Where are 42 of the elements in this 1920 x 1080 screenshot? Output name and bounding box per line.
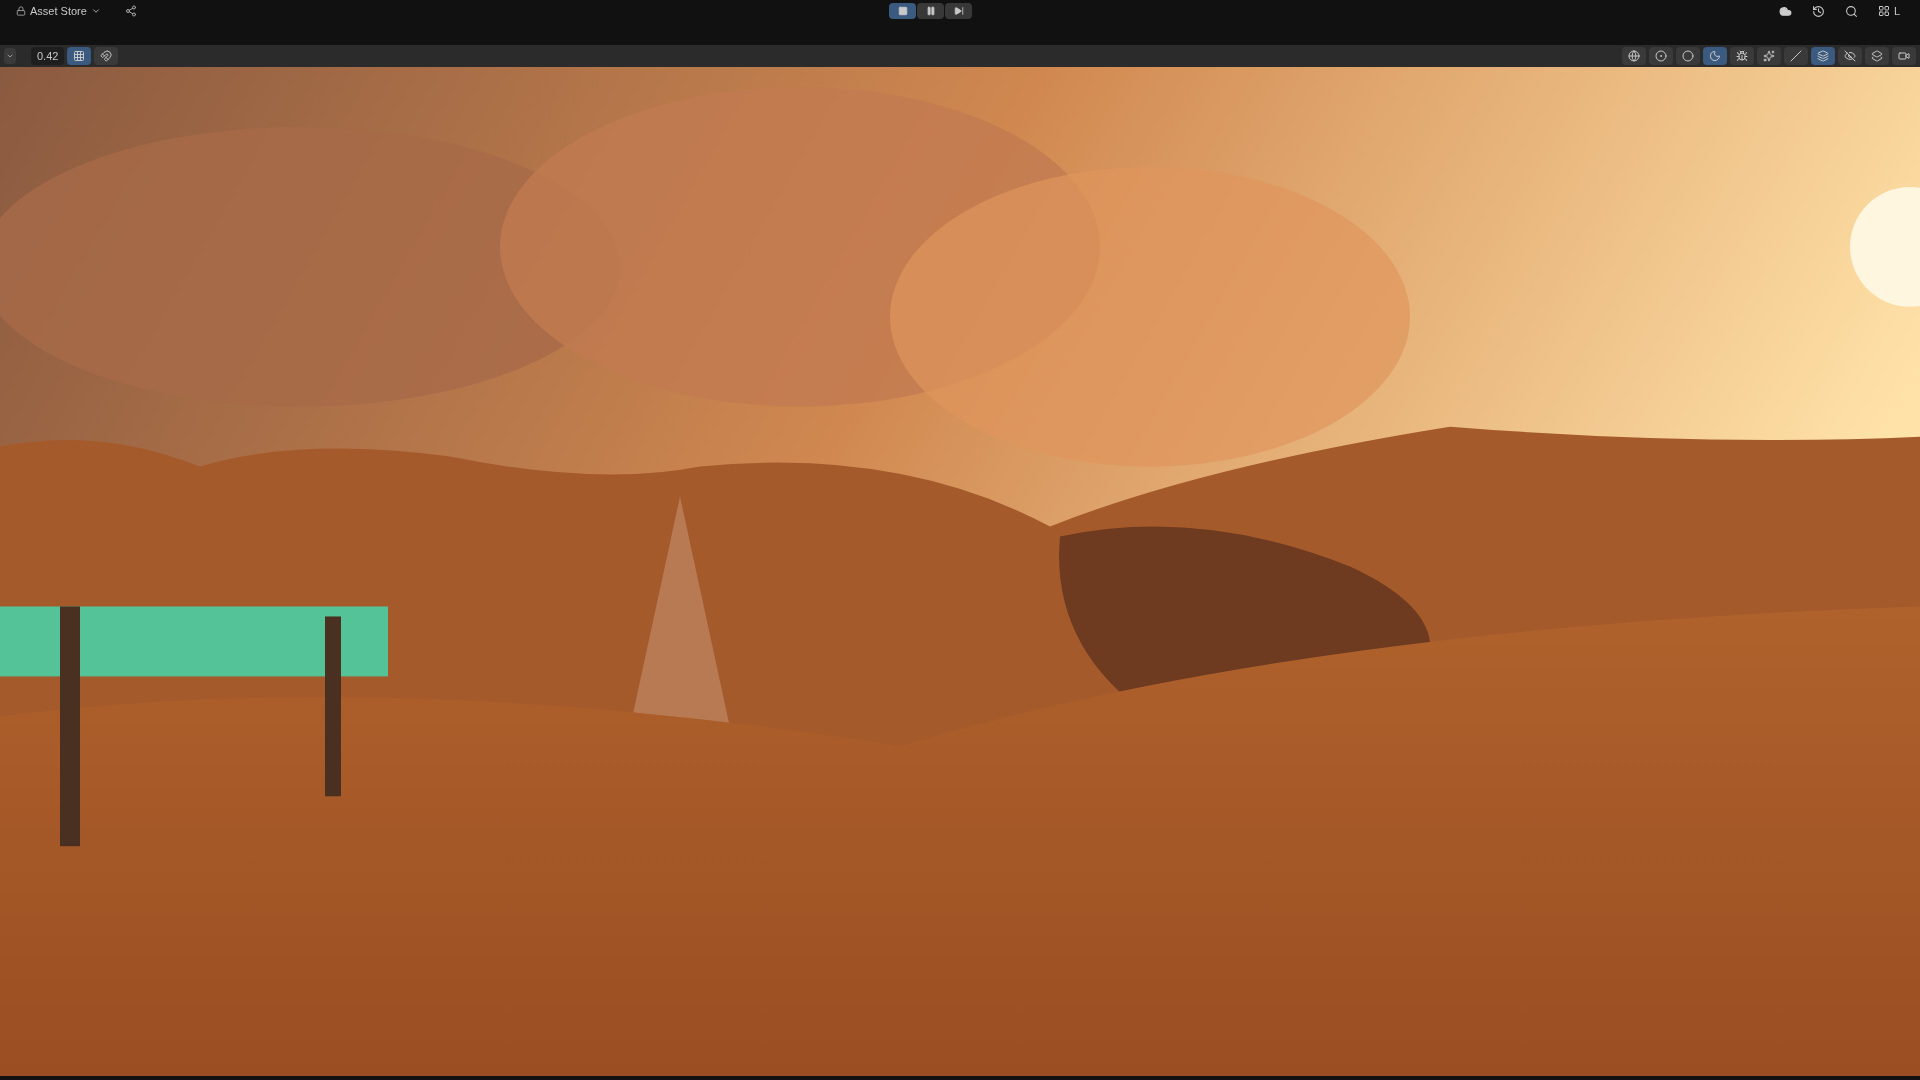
toolbar-toggle[interactable]: [1622, 47, 1646, 65]
camera-icon: [1898, 50, 1910, 62]
circle-icon: [1682, 50, 1694, 62]
toolbar-toggle[interactable]: [94, 47, 119, 65]
caret-icon: [6, 52, 14, 60]
share-icon[interactable]: [124, 5, 137, 18]
toolbar-toggle[interactable]: [1892, 47, 1916, 65]
pause-button[interactable]: [917, 3, 944, 19]
magnet-icon: [100, 50, 113, 62]
moon-icon: [1709, 50, 1721, 62]
toolbar-toggle[interactable]: [1649, 47, 1673, 65]
toolbar-toggle[interactable]: [1865, 47, 1889, 65]
grid-icon: [73, 50, 86, 62]
layers-icon: [1817, 50, 1829, 62]
toolbar-toggle[interactable]: [1784, 47, 1808, 65]
toolbar-toggle[interactable]: [1811, 47, 1835, 65]
search-icon[interactable]: [1844, 4, 1858, 18]
toolbar-toggle[interactable]: [1757, 47, 1781, 65]
slash-icon: [1790, 50, 1802, 62]
asset-store-menu[interactable]: Asset Store: [30, 3, 101, 20]
square-icon: [897, 6, 908, 16]
stop-button[interactable]: [889, 3, 916, 19]
pause-icon: [925, 6, 936, 16]
eye-off-icon: [1844, 50, 1856, 62]
zoom-value[interactable]: 0.42: [31, 47, 65, 65]
lock-icon: [16, 6, 26, 17]
history-icon[interactable]: [1811, 4, 1825, 18]
bug-icon: [1736, 50, 1748, 62]
globe-icon: [1628, 50, 1640, 62]
skip-icon: [953, 6, 964, 16]
circle-icon: [1655, 50, 1667, 62]
step-button[interactable]: [945, 3, 972, 19]
toolbar-toggle[interactable]: [1676, 47, 1700, 65]
layers-icon: [1871, 50, 1883, 62]
toolbar-toggle[interactable]: [67, 47, 92, 65]
layout-icon: [1877, 5, 1890, 18]
toolbar-toggle[interactable]: [1703, 47, 1727, 65]
cloud-icon[interactable]: [1778, 4, 1792, 18]
layout-menu[interactable]: L: [1877, 3, 1900, 20]
toolbar-toggle[interactable]: [1730, 47, 1754, 65]
sparkle-icon: [1763, 50, 1775, 62]
toolbar-toggle[interactable]: [1838, 47, 1862, 65]
